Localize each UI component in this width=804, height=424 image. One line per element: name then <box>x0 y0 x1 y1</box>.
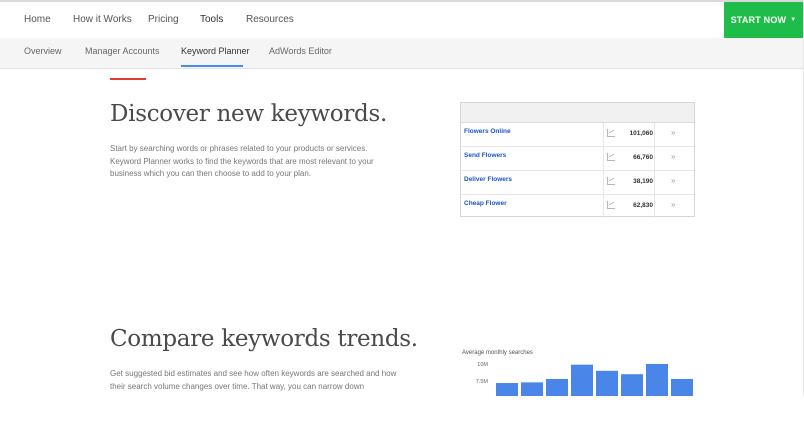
section-heading-compare: Compare keywords trends. <box>110 326 418 352</box>
section-body-discover: Start by searching words or phrases rela… <box>110 144 374 178</box>
double-chevron-right-icon[interactable]: » <box>671 152 675 161</box>
section-heading-discover: Discover new keywords. <box>110 101 387 127</box>
keyword-link[interactable]: Deliver Flowers <box>464 176 512 183</box>
column-divider <box>654 195 655 218</box>
tab-manager-accounts[interactable]: Manager Accounts <box>85 46 160 56</box>
keyword-link[interactable]: Send Flowers <box>464 152 506 159</box>
start-now-button[interactable]: START NOW ▼ <box>724 2 803 38</box>
keyword-table-header <box>461 103 694 123</box>
chart-bar <box>621 374 643 396</box>
search-volume: 66,760 <box>633 154 653 161</box>
table-row: Flowers Online 101,060 » <box>461 123 694 147</box>
nav-tools[interactable]: Tools <box>200 14 223 25</box>
column-divider <box>603 123 604 146</box>
column-divider <box>603 147 604 170</box>
page-frame: Home How it Works Pricing Tools Resource… <box>0 0 804 396</box>
trend-chart-icon[interactable] <box>607 153 615 161</box>
tab-keyword-planner[interactable]: Keyword Planner <box>181 46 250 56</box>
section-accent-line <box>110 78 146 80</box>
trend-chart-icon[interactable] <box>607 201 615 209</box>
column-divider <box>603 195 604 218</box>
chart-bar <box>521 382 543 396</box>
chart-bar <box>496 383 518 396</box>
column-divider <box>654 171 655 194</box>
table-row: Deliver Flowers 38,190 » <box>461 171 694 195</box>
search-volume: 62,830 <box>633 202 653 209</box>
column-divider <box>603 171 604 194</box>
section-body-compare: Get suggested bid estimates and see how … <box>110 369 397 391</box>
column-divider <box>654 147 655 170</box>
search-volume: 38,190 <box>633 178 653 185</box>
double-chevron-right-icon[interactable]: » <box>671 128 675 137</box>
active-tab-indicator <box>181 65 243 67</box>
table-row: Send Flowers 66,760 » <box>461 147 694 171</box>
chart-bar <box>571 364 593 396</box>
search-trend-chart: 10M 7.5M <box>476 362 693 396</box>
start-now-label: START NOW <box>730 15 787 25</box>
double-chevron-right-icon[interactable]: » <box>671 200 675 209</box>
tab-adwords-editor[interactable]: AdWords Editor <box>269 46 332 56</box>
top-navigation: Home How it Works Pricing Tools Resource… <box>0 2 803 38</box>
caret-down-icon: ▼ <box>790 17 797 23</box>
nav-pricing[interactable]: Pricing <box>148 14 179 25</box>
trend-chart-icon[interactable] <box>607 129 615 137</box>
chart-bar <box>646 364 668 396</box>
search-volume: 101,060 <box>629 130 654 137</box>
double-chevron-right-icon[interactable]: » <box>671 176 675 185</box>
nav-how-it-works[interactable]: How it Works <box>73 14 132 25</box>
trend-chart-icon[interactable] <box>607 177 615 185</box>
column-divider <box>654 123 655 146</box>
tab-overview[interactable]: Overview <box>24 46 62 56</box>
keyword-table: Flowers Online 101,060 » Send Flowers 66… <box>460 102 695 218</box>
y-tick-label: 10M <box>477 362 488 368</box>
chart-bar <box>546 378 568 396</box>
nav-home[interactable]: Home <box>24 14 51 25</box>
table-row: Cheap Flower 62,830 » <box>461 195 694 218</box>
chart-title: Average monthly searches <box>462 350 533 356</box>
y-tick-label: 7.5M <box>476 379 489 385</box>
chart-bar <box>596 370 618 396</box>
keyword-link[interactable]: Flowers Online <box>464 128 511 135</box>
sub-navigation: Overview Manager Accounts Keyword Planne… <box>0 38 803 69</box>
nav-resources[interactable]: Resources <box>246 14 294 25</box>
chart-bar <box>671 378 693 396</box>
keyword-link[interactable]: Cheap Flower <box>464 200 507 207</box>
